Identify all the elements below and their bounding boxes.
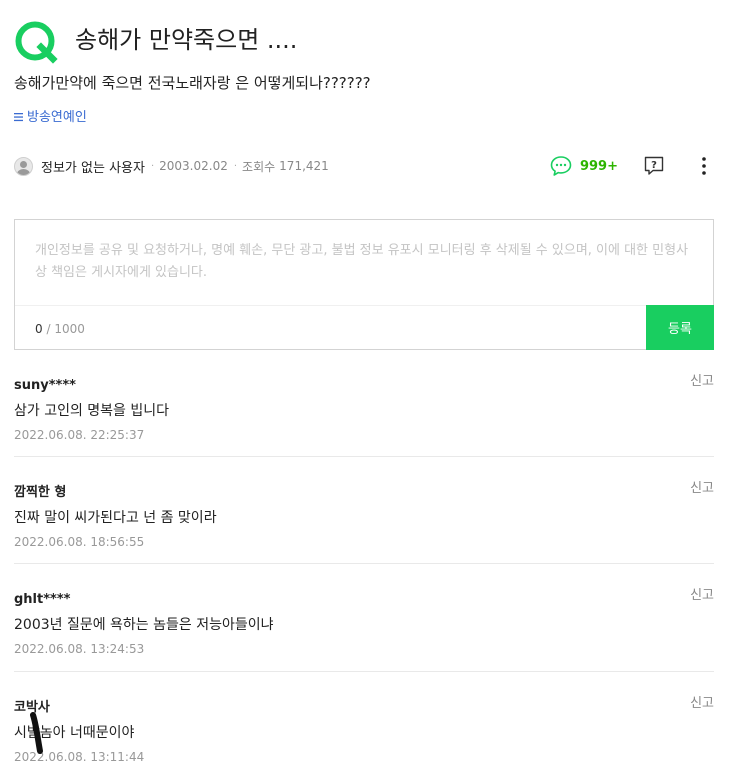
question-meta: 정보가 없는 사용자 · 2003.02.02 · 조회수 171,421 [14, 154, 329, 178]
comment-count[interactable]: 999+ [580, 159, 618, 174]
comment-text: 삼가 고인의 명복을 빕니다 [14, 403, 170, 419]
comment-item: ghlt**** 신고 2003년 질문에 욕하는 놈들은 저능아들이냐 202… [14, 588, 714, 672]
more-vertical-icon[interactable] [692, 154, 716, 178]
question-report-icon[interactable]: ? [642, 154, 666, 178]
speech-bubble-icon[interactable] [549, 154, 573, 178]
comment-author[interactable]: suny**** [14, 377, 76, 395]
views-label: 조회수 [242, 159, 276, 174]
q-logo-icon [15, 21, 58, 64]
submit-button[interactable]: 등록 [646, 305, 714, 350]
report-button[interactable]: 신고 [690, 480, 714, 498]
comment-item: suny**** 신고 삼가 고인의 명복을 빕니다 2022.06.08. 2… [14, 374, 714, 457]
category-label: 방송연예인 [27, 110, 87, 125]
category-link[interactable]: 방송연예인 [14, 108, 87, 128]
char-count-current: 0 [35, 322, 43, 336]
comment-date: 2022.06.08. 13:11:44 [14, 750, 145, 764]
comment-author[interactable]: 코박사 [14, 699, 50, 717]
question-title: 송해가 만약죽으면 .... [75, 26, 298, 54]
question-actions: 999+ ? [549, 152, 716, 180]
svg-text:?: ? [651, 160, 657, 171]
author-name: 정보가 없는 사용자 [41, 160, 145, 176]
meta-separator: · [150, 160, 155, 172]
question-body: 송해가만약에 죽으면 전국노래자랑 은 어떻게되나?????? [14, 74, 371, 92]
comment-item: 코박사 신고 시발놈아 너때문이야 2022.06.08. 13:11:44 [14, 696, 714, 764]
comment-text: 진짜 말이 씨가된다고 넌 좀 맞이라 [14, 510, 217, 526]
char-counter: 0 / 1000 [35, 320, 85, 338]
comment-item: 깜찍한 형 신고 진짜 말이 씨가된다고 넌 좀 맞이라 2022.06.08.… [14, 481, 714, 564]
report-button[interactable]: 신고 [690, 695, 714, 713]
comment-text: 시발놈아 너때문이야 [14, 725, 135, 741]
question-date: 2003.02.02 [159, 159, 228, 173]
comment-date: 2022.06.08. 13:24:53 [14, 642, 145, 656]
avatar [14, 156, 33, 176]
comment-form-divider [15, 305, 713, 306]
report-button[interactable]: 신고 [690, 587, 714, 605]
char-count-max: / 1000 [46, 322, 85, 336]
comment-author[interactable]: ghlt**** [14, 591, 70, 609]
menu-icon [14, 108, 23, 128]
views-count: 171,421 [279, 159, 329, 173]
meta-separator: · [233, 160, 238, 172]
comment-text: 2003년 질문에 욕하는 놈들은 저능아들이냐 [14, 617, 274, 633]
comment-author[interactable]: 깜찍한 형 [14, 484, 66, 502]
comment-form: 0 / 1000 등록 [14, 219, 714, 350]
report-button[interactable]: 신고 [690, 373, 714, 391]
comment-date: 2022.06.08. 18:56:55 [14, 535, 145, 549]
comment-date: 2022.06.08. 22:25:37 [14, 428, 145, 442]
comment-input[interactable] [15, 220, 713, 306]
